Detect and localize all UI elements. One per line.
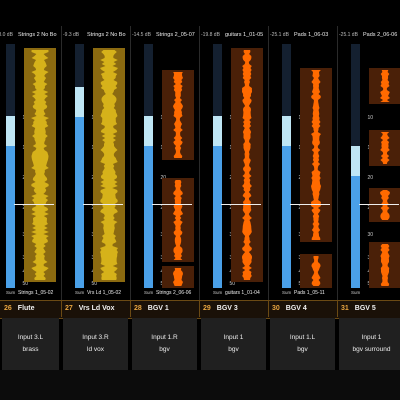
meter-level-fill bbox=[351, 175, 360, 288]
clip-waveform[interactable] bbox=[365, 42, 400, 288]
output-assignment[interactable]: bgv bbox=[270, 346, 335, 353]
track-name: BGV 3 bbox=[216, 305, 238, 312]
clip-name: guitars 1_01-05 bbox=[225, 32, 264, 38]
clip-name: Strings 2_05-07 bbox=[156, 32, 195, 38]
output-assignment[interactable]: ld vox bbox=[63, 346, 128, 353]
peak-readout: -14.5 dB bbox=[132, 32, 151, 38]
mixer-window: -13.0 dBStrings 2 No Bo51015202530354050… bbox=[0, 0, 400, 400]
sum-label: Sum bbox=[144, 290, 154, 295]
clip-waveform[interactable] bbox=[158, 42, 198, 288]
strip-separator bbox=[61, 26, 62, 300]
track-header[interactable]: 28 BGV 1 bbox=[130, 300, 197, 317]
clip-waveform[interactable] bbox=[89, 42, 129, 288]
track-number: 28 bbox=[134, 305, 142, 312]
input-assignment[interactable]: Input 3.L bbox=[2, 334, 59, 341]
track-name: BGV 4 bbox=[285, 305, 307, 312]
sum-label: Sum bbox=[351, 290, 361, 295]
fader-position-line[interactable] bbox=[359, 204, 399, 205]
io-panel bbox=[132, 318, 197, 370]
meter-level-fill bbox=[213, 146, 222, 288]
track-header[interactable]: 27 Vrs Ld Vox bbox=[61, 300, 128, 317]
fader-position-line[interactable] bbox=[152, 204, 192, 205]
track-name: Flute bbox=[17, 305, 35, 312]
meter-peak-segment bbox=[6, 116, 15, 147]
input-assignment[interactable]: Input 1.R bbox=[132, 334, 197, 341]
clip-label: Strings 2_06-06 bbox=[156, 290, 192, 296]
track-number: 31 bbox=[341, 305, 349, 312]
waveform-shape bbox=[380, 70, 390, 102]
track-number: 26 bbox=[4, 305, 12, 312]
fader-position-line[interactable] bbox=[290, 204, 330, 205]
clip-label: Vrs Ld 1_05-02 bbox=[87, 290, 122, 296]
track-header[interactable]: 31 BGV 5 bbox=[337, 300, 400, 317]
clip-label: Pads 1_05-11 bbox=[294, 290, 325, 296]
output-assignment[interactable]: brass bbox=[2, 346, 59, 353]
track-number: 29 bbox=[203, 305, 211, 312]
io-panel bbox=[63, 318, 128, 370]
fader-position-line[interactable] bbox=[14, 204, 54, 205]
strip-separator bbox=[199, 26, 200, 300]
io-panel bbox=[2, 318, 59, 370]
meter-peak-segment bbox=[144, 116, 153, 147]
strip-separator bbox=[268, 26, 269, 300]
clip-name: Strings 2 No Bo bbox=[18, 32, 57, 38]
input-assignment[interactable]: Input 1.L bbox=[270, 334, 335, 341]
io-panel bbox=[339, 318, 400, 370]
meter-level-fill bbox=[144, 146, 153, 288]
sum-label: Sum bbox=[75, 290, 85, 295]
clip-name: Pads 2_06-06 bbox=[363, 32, 398, 38]
track-number: 30 bbox=[272, 305, 280, 312]
clip-name: Pads 1_06-03 bbox=[294, 32, 329, 38]
peak-readout: -19.8 dB bbox=[201, 32, 220, 38]
clip-label: Strings 1_05-02 bbox=[18, 290, 54, 296]
fader-position-line[interactable] bbox=[221, 204, 261, 205]
meter-level-fill bbox=[75, 117, 84, 288]
peak-readout: -13.0 dB bbox=[0, 32, 13, 38]
clip-name: Strings 2 No Bo bbox=[87, 32, 126, 38]
io-panel bbox=[270, 318, 335, 370]
track-name: Vrs Ld Vox bbox=[78, 305, 115, 312]
sum-label: Sum bbox=[213, 290, 223, 295]
output-assignment[interactable]: bgv surround bbox=[339, 346, 400, 353]
output-assignment[interactable]: bgv bbox=[201, 346, 266, 353]
meter-peak-segment bbox=[213, 116, 222, 147]
meter-peak-segment bbox=[75, 87, 84, 118]
clip-label: guitars 1_01-04 bbox=[225, 290, 260, 296]
peak-readout: -25.1 dB bbox=[270, 32, 289, 38]
input-assignment[interactable]: Input 1 bbox=[201, 334, 266, 341]
track-header[interactable]: 30 BGV 4 bbox=[268, 300, 335, 317]
peak-readout: -25.1 dB bbox=[339, 32, 358, 38]
track-header[interactable]: 26 Flute bbox=[0, 300, 67, 317]
strip-separator bbox=[130, 26, 131, 300]
meter-level-fill bbox=[6, 146, 15, 288]
track-name: BGV 5 bbox=[354, 305, 376, 312]
clip-waveform[interactable] bbox=[20, 42, 60, 288]
meter-peak-segment bbox=[282, 116, 291, 147]
sum-label: Sum bbox=[6, 290, 16, 295]
track-name: BGV 1 bbox=[147, 305, 169, 312]
strip-separator bbox=[337, 26, 338, 300]
clip-waveform[interactable] bbox=[296, 42, 336, 288]
input-assignment[interactable]: Input 3.R bbox=[63, 334, 128, 341]
fader-position-line[interactable] bbox=[83, 204, 123, 205]
input-assignment[interactable]: Input 1 bbox=[339, 334, 400, 341]
peak-readout: -9.3 dB bbox=[63, 32, 80, 38]
track-number: 27 bbox=[65, 305, 73, 312]
bottom-rail bbox=[0, 370, 400, 400]
io-panel bbox=[201, 318, 266, 370]
clip-waveform[interactable] bbox=[227, 42, 267, 288]
meter-level-fill bbox=[282, 146, 291, 288]
sum-label: Sum bbox=[282, 290, 292, 295]
output-assignment[interactable]: bgv bbox=[132, 346, 197, 353]
track-header[interactable]: 29 BGV 3 bbox=[199, 300, 266, 317]
meter-peak-segment bbox=[351, 145, 360, 176]
